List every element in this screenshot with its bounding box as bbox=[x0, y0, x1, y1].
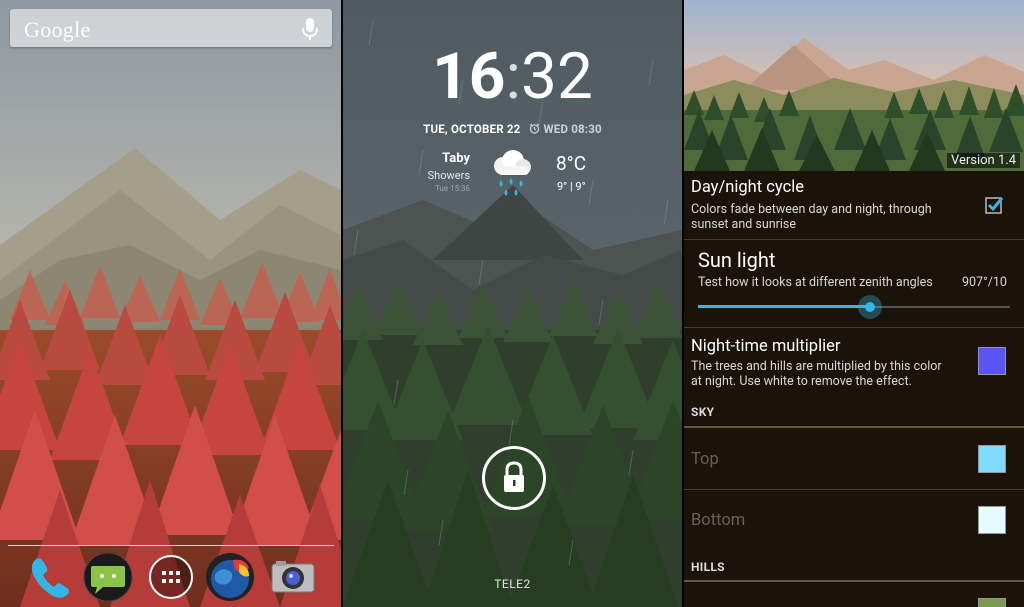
slider-thumb[interactable] bbox=[857, 295, 882, 319]
messaging-app-icon[interactable] bbox=[83, 552, 133, 602]
section-divider bbox=[684, 580, 1024, 582]
google-logo: Google bbox=[24, 17, 91, 42]
sky-bottom-color-swatch[interactable] bbox=[978, 506, 1006, 534]
next-alarm: WED 08:30 bbox=[529, 122, 602, 136]
sun-light-title: Sun light bbox=[698, 248, 776, 272]
alarm-time: WED 08:30 bbox=[543, 122, 602, 136]
clock-minute: 32 bbox=[521, 39, 593, 114]
mountain-wallpaper bbox=[0, 0, 341, 607]
rain-cloud-icon bbox=[494, 150, 531, 196]
padlock-icon bbox=[504, 461, 524, 492]
sun-light-value: 907°/10 bbox=[962, 275, 1007, 290]
version-label: Version 1.4 bbox=[946, 153, 1020, 168]
night-multiplier-summary-line2: at night. Use white to remove the effect… bbox=[691, 374, 912, 389]
day-night-checkbox[interactable] bbox=[984, 195, 1004, 215]
sky-bottom-label: Bottom bbox=[691, 511, 746, 530]
day-night-summary-line2: sunset and sunrise bbox=[691, 217, 796, 232]
lock-screen: 16:32 TUE, OCTOBER 22 WED 08:30 Taby Sho… bbox=[343, 0, 682, 607]
wallpaper-preview bbox=[684, 0, 1024, 171]
sky-top-color-swatch[interactable] bbox=[978, 445, 1006, 473]
slider-fill bbox=[698, 305, 870, 308]
date-text: TUE, OCTOBER 22 bbox=[423, 122, 521, 136]
wallpaper-settings: Version 1.4 Day/night cycle Colors fade … bbox=[684, 0, 1024, 607]
weather-temp: 8°C bbox=[556, 152, 587, 175]
unlock-handle[interactable] bbox=[482, 446, 546, 510]
weather-widget: Taby Showers Tue 15:36 8°C 9° | 9° bbox=[343, 148, 682, 203]
day-night-summary-line1: Colors fade between day and night, throu… bbox=[691, 202, 932, 217]
weather-updated: Tue 15:36 bbox=[435, 184, 470, 193]
lock-clock: 16:32 bbox=[343, 42, 682, 112]
day-night-pref[interactable]: Day/night cycle Colors fade between day … bbox=[684, 171, 1024, 239]
sun-light-summary: Test how it looks at different zenith an… bbox=[698, 275, 933, 290]
home-screen: Google bbox=[0, 0, 341, 607]
hills-section-header: HILLS bbox=[691, 560, 725, 574]
night-multiplier-color-swatch[interactable] bbox=[978, 347, 1006, 375]
night-multiplier-title: Night-time multiplier bbox=[691, 337, 841, 356]
sky-top-label: Top bbox=[691, 450, 719, 469]
app-dock bbox=[0, 550, 341, 607]
dock-divider bbox=[8, 545, 334, 546]
weather-city: Taby bbox=[442, 151, 470, 166]
carrier-label: TELE2 bbox=[494, 577, 531, 591]
night-multiplier-summary-line1: The trees and hills are multiplied by th… bbox=[691, 359, 942, 374]
weather-range: 9° | 9° bbox=[557, 180, 586, 193]
sun-light-pref: Sun light Test how it looks at different… bbox=[684, 240, 1024, 327]
hills-color-swatch[interactable] bbox=[978, 598, 1006, 607]
camera-app-icon[interactable] bbox=[268, 552, 318, 602]
all-apps-icon[interactable] bbox=[146, 552, 196, 602]
date-line: TUE, OCTOBER 22 WED 08:30 bbox=[343, 122, 682, 136]
google-search-bar[interactable]: Google bbox=[10, 9, 332, 47]
weather-condition: Showers bbox=[427, 169, 470, 182]
clock-hour: 16 bbox=[432, 39, 506, 114]
sky-bottom-pref[interactable]: Bottom bbox=[684, 490, 1024, 551]
browser-app-icon[interactable] bbox=[205, 552, 255, 602]
microphone-icon[interactable] bbox=[302, 17, 318, 41]
phone-app-icon[interactable] bbox=[25, 552, 75, 602]
clock-separator: : bbox=[505, 39, 522, 114]
night-multiplier-pref[interactable]: Night-time multiplier The trees and hill… bbox=[684, 328, 1024, 398]
day-night-title: Day/night cycle bbox=[691, 178, 805, 197]
sky-top-pref[interactable]: Top bbox=[684, 428, 1024, 489]
alarm-clock-icon bbox=[530, 123, 540, 134]
sky-section-header: SKY bbox=[691, 405, 715, 419]
sun-light-slider[interactable] bbox=[698, 295, 1010, 319]
